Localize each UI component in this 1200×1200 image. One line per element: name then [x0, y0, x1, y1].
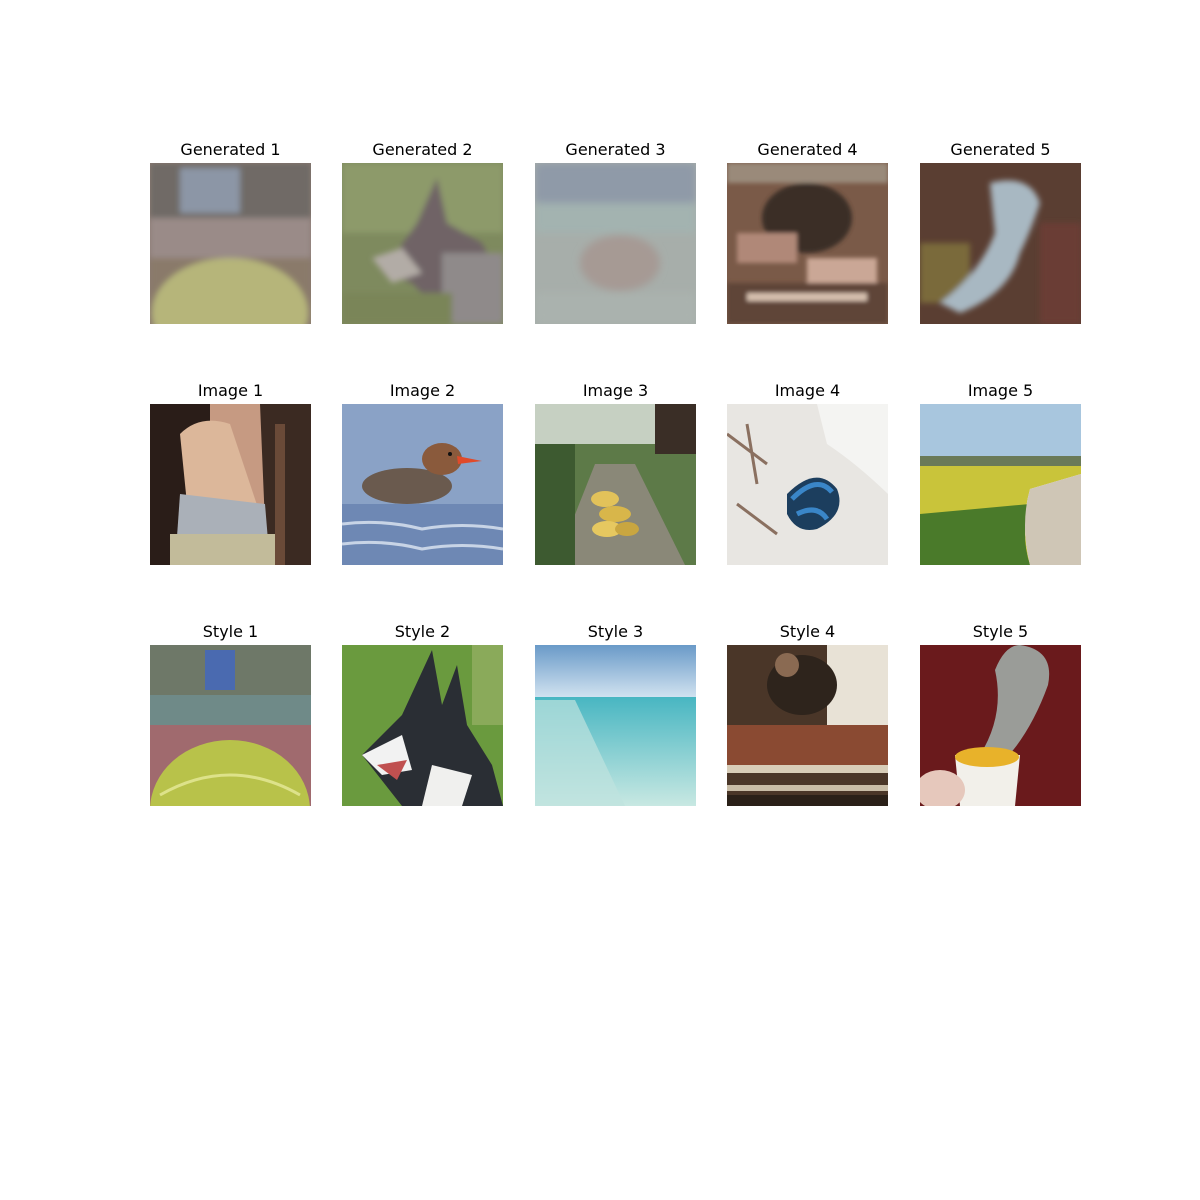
image-title: Image 4 — [774, 381, 841, 400]
image-thumbnail — [920, 404, 1081, 565]
image-title: Image 2 — [389, 381, 456, 400]
image-title: Generated 1 — [180, 140, 281, 159]
image-title: Generated 2 — [372, 140, 473, 159]
image-thumbnail — [150, 163, 311, 324]
image-title: Style 3 — [587, 622, 644, 641]
image-title: Image 1 — [197, 381, 264, 400]
image-thumbnail — [535, 404, 696, 565]
image-title: Style 5 — [972, 622, 1029, 641]
image-thumbnail — [727, 163, 888, 324]
image-thumbnail — [727, 645, 888, 806]
image-thumbnail — [150, 645, 311, 806]
image-title: Generated 5 — [950, 140, 1051, 159]
image-title: Image 3 — [582, 381, 649, 400]
image-thumbnail — [920, 163, 1081, 324]
image-title: Style 4 — [779, 622, 836, 641]
image-thumbnail — [727, 404, 888, 565]
image-thumbnail — [342, 163, 503, 324]
image-title: Generated 4 — [757, 140, 858, 159]
image-thumbnail — [535, 163, 696, 324]
image-title: Style 1 — [202, 622, 259, 641]
image-thumbnail — [535, 645, 696, 806]
image-title: Image 5 — [967, 381, 1034, 400]
image-title: Generated 3 — [565, 140, 666, 159]
image-thumbnail — [342, 404, 503, 565]
image-thumbnail — [342, 645, 503, 806]
image-thumbnail — [150, 404, 311, 565]
image-title: Style 2 — [394, 622, 451, 641]
image-thumbnail — [920, 645, 1081, 806]
